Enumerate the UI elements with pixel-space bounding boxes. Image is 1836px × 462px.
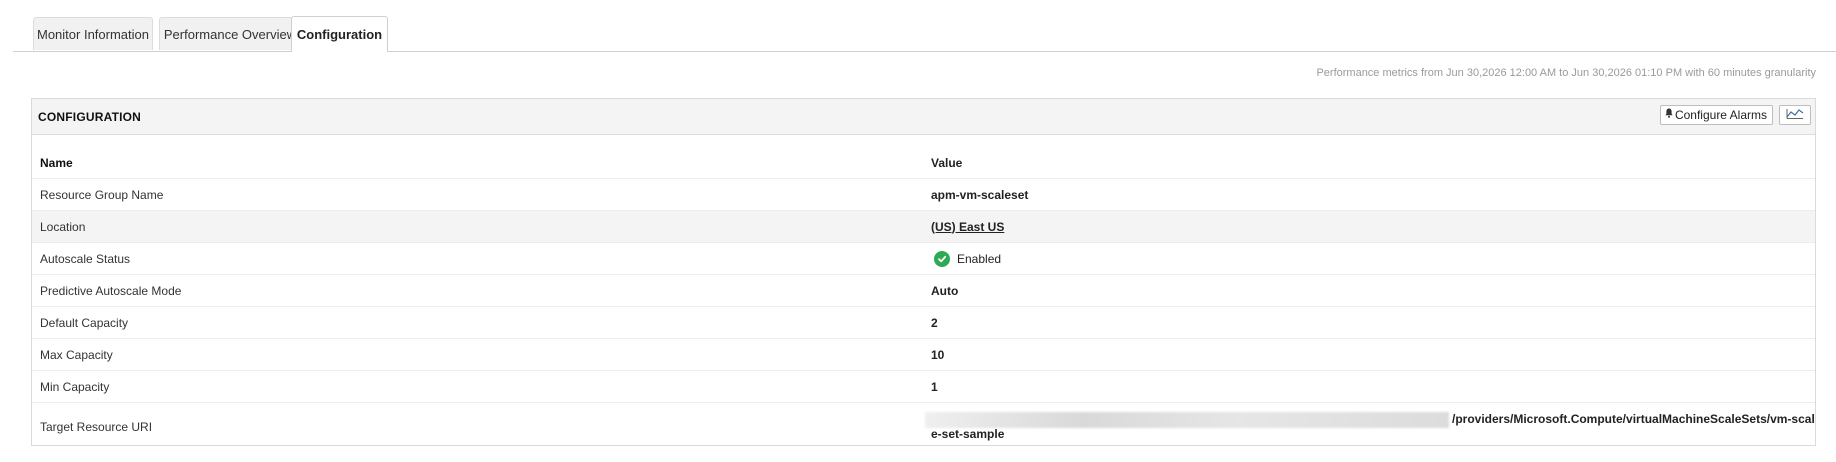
status-badge: Enabled <box>931 250 1002 267</box>
row-name: Location <box>40 219 86 234</box>
configuration-panel: CONFIGURATION Configure Alarms Name Valu… <box>31 98 1816 446</box>
row-name: Autoscale Status <box>40 251 131 266</box>
check-circle-icon <box>934 250 950 267</box>
table-row: Resource Group Name apm-vm-scaleset <box>32 179 1815 211</box>
configure-alarms-label: Configure Alarms <box>1674 107 1767 122</box>
table-row: Max Capacity 10 <box>32 339 1815 371</box>
row-value: Auto <box>931 283 959 298</box>
row-value: 10 <box>931 347 945 362</box>
table-row: Min Capacity 1 <box>32 371 1815 403</box>
target-resource-uri: /providers/Microsoft.Compute/virtualMach… <box>925 412 1815 442</box>
status-label: Enabled <box>957 251 1002 266</box>
tab-performance-overview[interactable]: Performance Overview <box>159 17 301 50</box>
redacted-region <box>925 412 1449 428</box>
row-value: (US) East US <box>931 211 1004 242</box>
row-name: Default Capacity <box>40 315 129 330</box>
chart-icon <box>1786 106 1804 124</box>
table-row: Predictive Autoscale Mode Auto <box>32 275 1815 307</box>
table-row: Autoscale Status Enabled <box>32 243 1815 275</box>
configure-alarms-button[interactable]: Configure Alarms <box>1659 105 1773 125</box>
table-row: Target Resource URI /providers/Microsoft… <box>32 403 1815 450</box>
tab-configuration[interactable]: Configuration <box>291 16 388 52</box>
column-header-name: Name <box>40 156 73 170</box>
panel-title: CONFIGURATION <box>38 110 142 124</box>
table-header-row: Name Value <box>32 148 1815 179</box>
location-link[interactable]: (US) East US <box>931 220 1004 234</box>
tab-monitor-information[interactable]: Monitor Information <box>33 17 153 50</box>
column-header-value: Value <box>931 156 963 170</box>
row-name: Resource Group Name <box>40 187 164 202</box>
row-value: Enabled <box>931 243 1001 274</box>
uri-line-2: e-set-sample <box>931 427 1005 441</box>
table-row: Default Capacity 2 <box>32 307 1815 339</box>
row-value: 2 <box>931 315 938 330</box>
row-value: 1 <box>931 379 938 394</box>
row-name: Target Resource URI <box>40 419 153 434</box>
performance-range-text: Performance metrics from Jun 30,2026 12:… <box>1316 67 1816 79</box>
row-name: Max Capacity <box>40 347 113 362</box>
configuration-table: Name Value Resource Group Name apm-vm-sc… <box>32 148 1815 450</box>
bell-icon <box>1665 106 1673 125</box>
row-name: Predictive Autoscale Mode <box>40 283 182 298</box>
row-value: apm-vm-scaleset <box>931 187 1029 202</box>
row-name: Min Capacity <box>40 379 110 394</box>
chart-view-button[interactable] <box>1779 105 1811 125</box>
tab-bar: Monitor Information Performance Overview… <box>13 0 1836 52</box>
panel-header: CONFIGURATION Configure Alarms <box>32 99 1815 135</box>
table-row: Location (US) East US <box>32 211 1815 243</box>
